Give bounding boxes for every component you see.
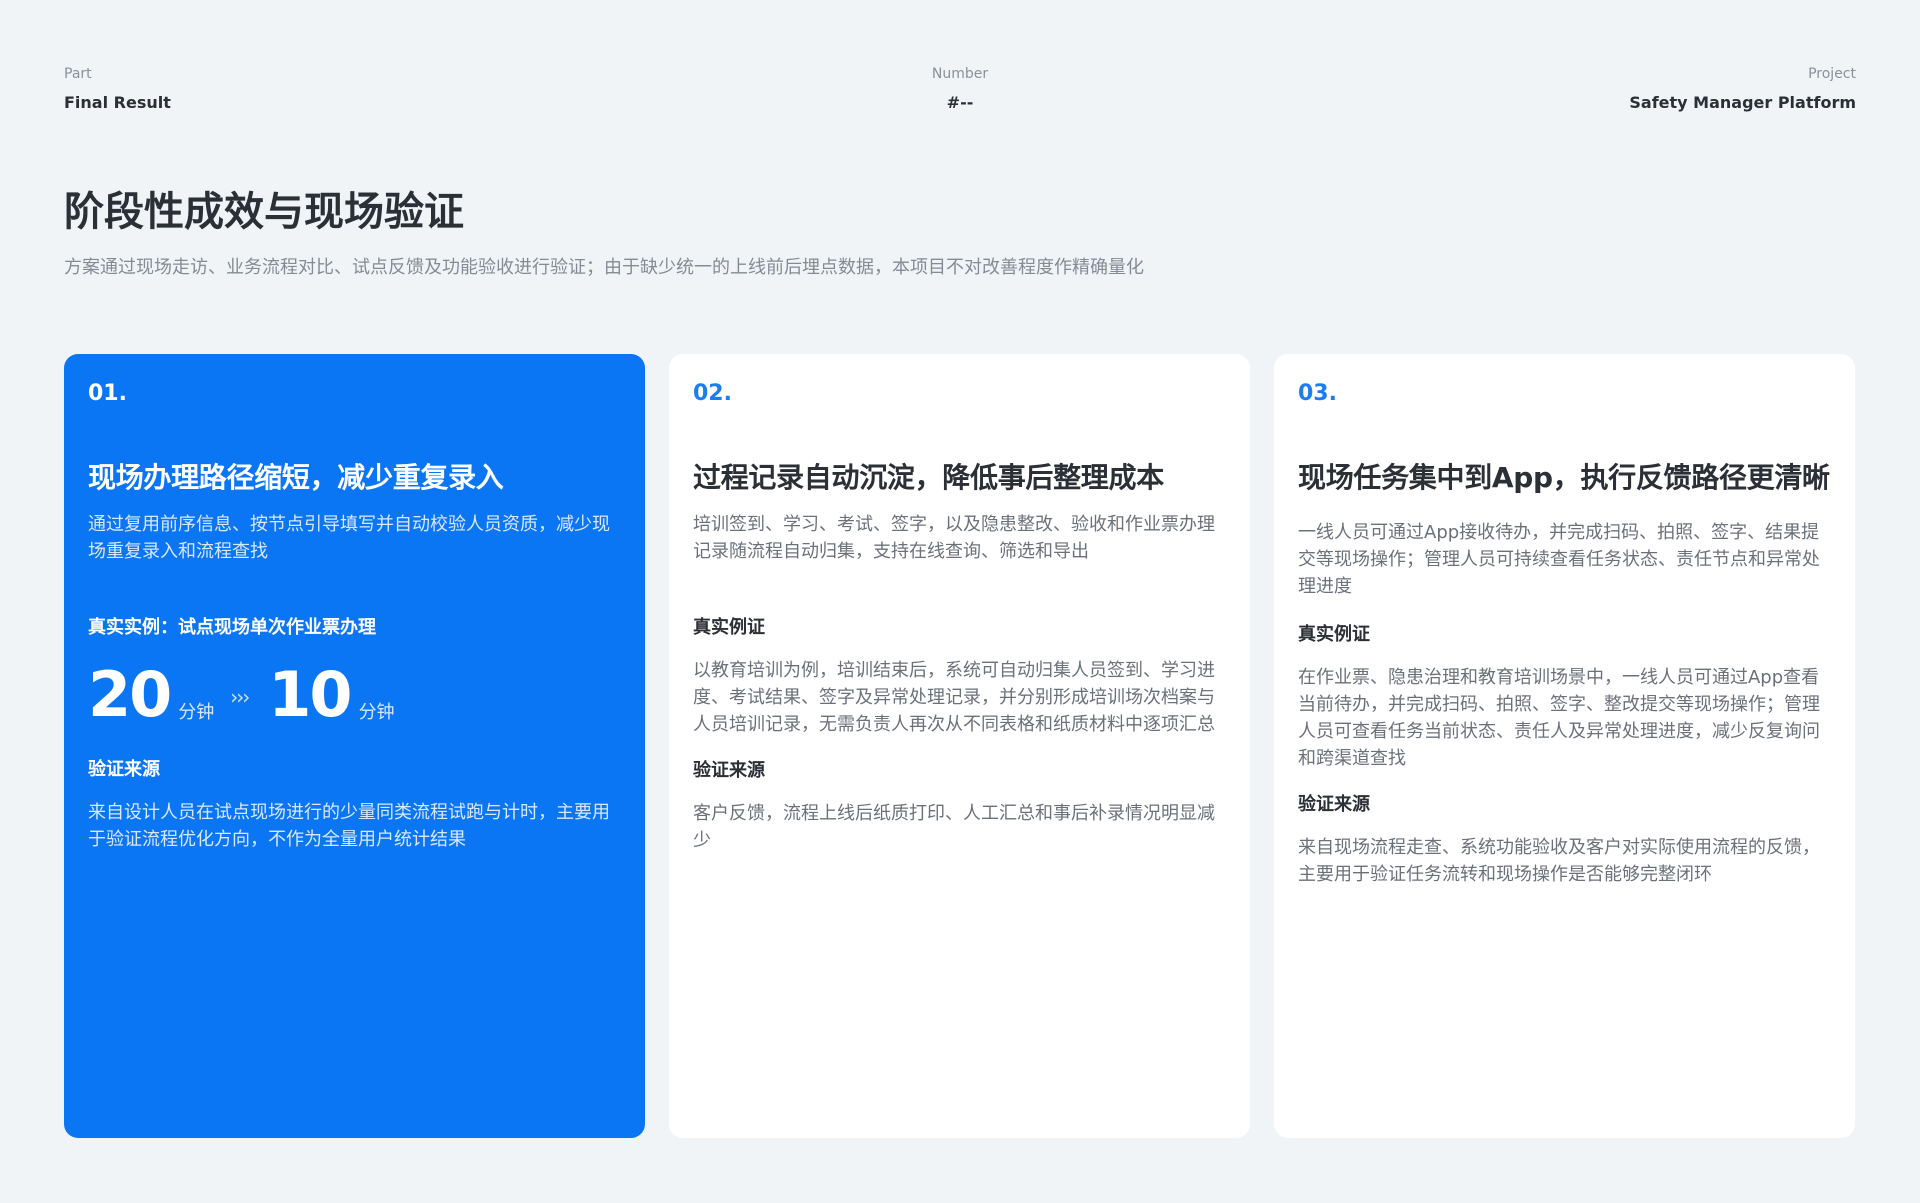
result-card-3: 03. 现场任务集中到App，执行反馈路径更清晰 一线人员可通过App接收待办，… xyxy=(1274,354,1855,1138)
card-number: 03. xyxy=(1298,381,1337,406)
page-title: 阶段性成效与现场验证 xyxy=(64,189,464,235)
example-text: 以教育培训为例，培训结束后，系统可自动归集人员签到、学习进度、考试结果、签字及异… xyxy=(693,660,1215,735)
metric-after-unit: 分钟 xyxy=(358,702,395,723)
meta-project-value: Safety Manager Platform xyxy=(1629,93,1856,112)
example-label: 真实例证 xyxy=(1298,624,1370,645)
source-text: 来自现场流程走查、系统功能验收及客户对实际使用流程的反馈，主要用于验证任务流转和… xyxy=(1298,837,1820,885)
source-label: 验证来源 xyxy=(693,760,765,781)
card-number: 01. xyxy=(88,381,127,406)
meta-project: Project Safety Manager Platform xyxy=(1629,64,1856,114)
source-label: 验证来源 xyxy=(1298,794,1370,815)
card-description: 一线人员可通过App接收待办，并完成扫码、拍照、签字、结果提交等现场操作；管理人… xyxy=(1298,522,1820,597)
result-card-2: 02. 过程记录自动沉淀，降低事后整理成本 培训签到、学习、考试、签字，以及隐患… xyxy=(669,354,1250,1138)
card-heading: 现场办理路径缩短，减少重复录入 xyxy=(88,461,504,494)
result-card-1: 01. 现场办理路径缩短，减少重复录入 通过复用前序信息、按节点引导填写并自动校… xyxy=(64,354,645,1138)
metric-after-value: 10 xyxy=(268,658,352,731)
card-heading: 过程记录自动沉淀，降低事后整理成本 xyxy=(693,461,1164,494)
source-text: 客户反馈，流程上线后纸质打印、人工汇总和事后补录情况明显减少 xyxy=(693,803,1215,851)
meta-project-label: Project xyxy=(1808,66,1856,82)
metric-before-value: 20 xyxy=(88,658,172,731)
time-metric: 20 分钟 ››› 10 分钟 xyxy=(88,663,621,727)
page-subtitle: 方案通过现场走访、业务流程对比、试点反馈及功能验收进行验证；由于缺少统一的上线前… xyxy=(64,257,1144,278)
page: Part Final Result Number #-- Project Saf… xyxy=(0,0,1920,1203)
card-number: 02. xyxy=(693,381,732,406)
example-text: 在作业票、隐患治理和教育培训场景中，一线人员可通过App查看当前待办，并完成扫码… xyxy=(1298,667,1820,769)
result-cards: 01. 现场办理路径缩短，减少重复录入 通过复用前序信息、按节点引导填写并自动校… xyxy=(64,354,1855,1138)
card-description: 培训签到、学习、考试、签字，以及隐患整改、验收和作业票办理记录随流程自动归集，支… xyxy=(693,514,1215,562)
card-heading: 现场任务集中到App，执行反馈路径更清晰 xyxy=(1298,461,1830,494)
example-label: 真实实例：试点现场单次作业票办理 xyxy=(88,617,376,638)
card-description: 通过复用前序信息、按节点引导填写并自动校验人员资质，减少现场重复录入和流程查找 xyxy=(88,514,610,562)
metric-before-unit: 分钟 xyxy=(178,702,215,723)
chevron-right-icon: ››› xyxy=(230,685,250,709)
source-text: 来自设计人员在试点现场进行的少量同类流程试跑与计时，主要用于验证流程优化方向，不… xyxy=(88,802,610,850)
example-label: 真实例证 xyxy=(693,617,765,638)
source-label: 验证来源 xyxy=(88,759,160,780)
